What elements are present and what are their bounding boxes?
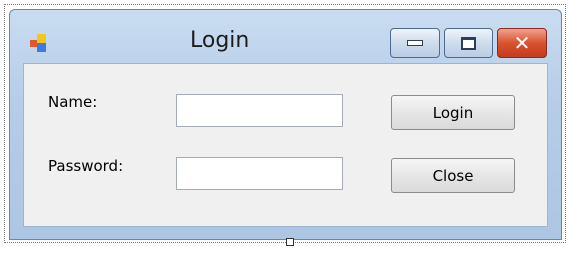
- minimize-button[interactable]: [390, 28, 440, 58]
- close-window-button[interactable]: ✕: [497, 28, 547, 58]
- maximize-button[interactable]: [444, 28, 493, 58]
- password-label: Password:: [48, 157, 124, 175]
- form-client-area: Name: Password: Login Close: [23, 63, 548, 227]
- login-window: Login ✕ Name: Password: Login Close: [9, 9, 562, 240]
- minimize-icon: [407, 40, 423, 46]
- password-input[interactable]: [176, 157, 343, 190]
- resize-handle[interactable]: [286, 238, 294, 246]
- window-title: Login: [190, 28, 250, 53]
- close-icon: ✕: [513, 31, 531, 55]
- title-bar[interactable]: Login ✕: [10, 10, 561, 62]
- maximize-icon: [461, 36, 476, 50]
- app-form-icon[interactable]: [30, 34, 50, 54]
- name-label: Name:: [48, 93, 98, 111]
- login-button[interactable]: Login: [391, 95, 515, 130]
- name-input[interactable]: [176, 94, 343, 127]
- close-button[interactable]: Close: [391, 158, 515, 193]
